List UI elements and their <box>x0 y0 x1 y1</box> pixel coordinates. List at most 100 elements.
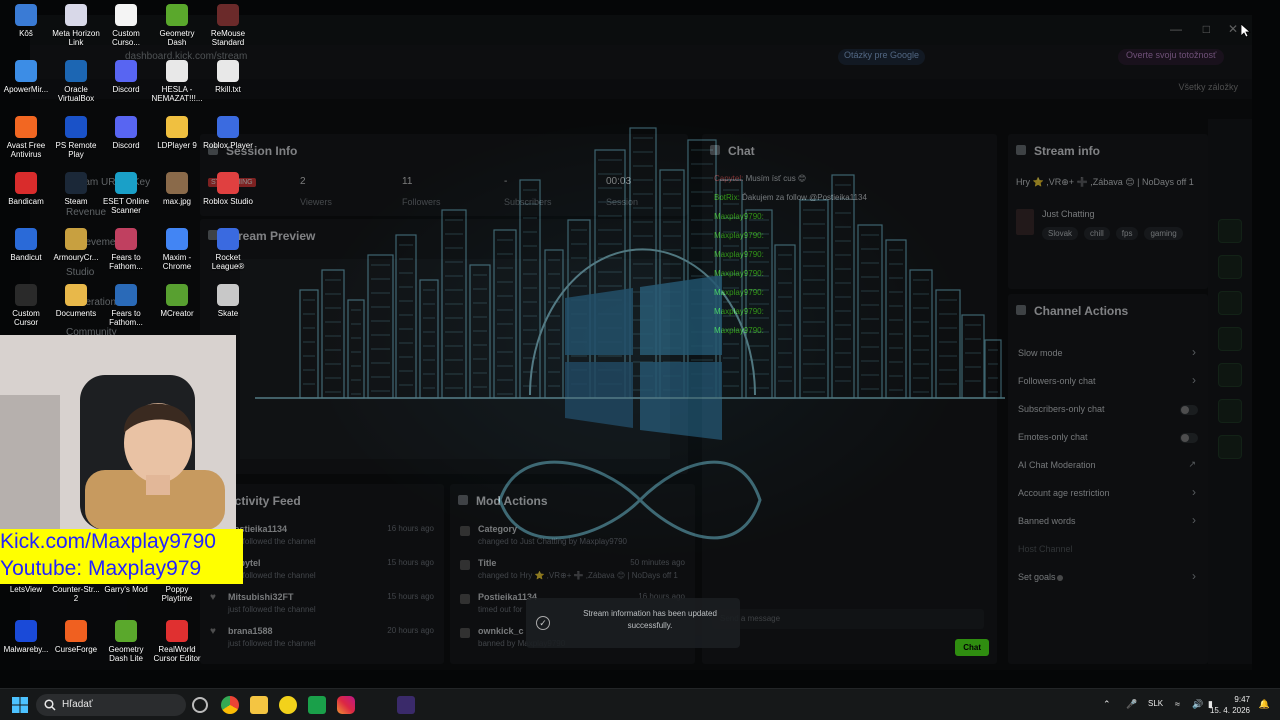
desktop-icon[interactable]: MCreator <box>151 284 203 318</box>
obs-studio-icon[interactable] <box>397 696 415 714</box>
desktop-icon[interactable]: PS Remote Play <box>50 116 102 159</box>
desktop-icon[interactable]: LDPlayer 9 <box>151 116 203 150</box>
chat-input[interactable]: Send a message <box>712 609 984 629</box>
desktop-icon[interactable]: Steam <box>50 172 102 206</box>
all-bookmarks-link[interactable]: Všetky záložky <box>1178 82 1238 92</box>
channel-action-row[interactable]: Followers-only chat › <box>1008 373 1208 394</box>
task-view-icon[interactable] <box>192 697 208 713</box>
sidebar-button[interactable] <box>1218 255 1242 279</box>
verify-identity-chip[interactable]: Overte svoju totožnosť <box>1118 49 1225 65</box>
preview-video[interactable] <box>240 259 670 459</box>
chat-username[interactable]: Maxplay9790: <box>714 231 764 240</box>
chat-username[interactable]: Maxplay9790: <box>714 288 764 297</box>
desktop-icon[interactable]: Custom Curso... <box>100 4 152 47</box>
category-name[interactable]: Just Chatting <box>1042 209 1095 219</box>
desktop-icon[interactable]: Fears to Fathom... <box>100 284 152 327</box>
chevron-right-icon[interactable]: › <box>1192 373 1196 387</box>
chevron-up-icon[interactable]: ⌃ <box>1103 699 1111 710</box>
desktop-icon[interactable]: Discord <box>100 116 152 150</box>
chat-username[interactable]: Maxplay9790: <box>714 250 764 259</box>
activity-user[interactable]: brana1588 <box>228 626 273 636</box>
chat-username[interactable]: Capytel: <box>714 174 746 183</box>
snapchat-icon[interactable] <box>279 696 297 714</box>
desktop-icon[interactable]: Meta Horizon Link <box>50 4 102 47</box>
wifi-icon[interactable]: ≈ <box>1175 699 1180 709</box>
channel-action-row[interactable]: Subscribers-only chat <box>1008 402 1208 422</box>
sidebar-button[interactable] <box>1218 363 1242 387</box>
channel-action-row[interactable]: Account age restriction › <box>1008 485 1208 506</box>
desktop-icon[interactable]: Oracle VirtualBox <box>50 60 102 103</box>
chat-username[interactable]: Maxplay9790: <box>714 326 764 335</box>
toggle-switch[interactable] <box>1180 433 1198 443</box>
desktop-icon[interactable]: RealWorld Cursor Editor <box>151 620 203 663</box>
channel-action-row[interactable]: Banned words › <box>1008 513 1208 534</box>
desktop-icon[interactable]: Bandicam <box>0 172 52 206</box>
desktop-icon[interactable]: ApowerMir... <box>0 60 52 94</box>
instagram-icon[interactable] <box>337 696 355 714</box>
taskbar-search-box[interactable]: Hľadať <box>36 694 186 716</box>
notification-icon[interactable]: 🔔 <box>1259 699 1270 710</box>
desktop-icon[interactable]: Fears to Fathom... <box>100 228 152 271</box>
desktop-icon[interactable]: Rocket League® <box>202 228 254 271</box>
desktop-icon[interactable]: Maxim - Chrome <box>151 228 203 271</box>
sidebar-button[interactable] <box>1218 219 1242 243</box>
desktop-icon[interactable]: ReMouse Standard <box>202 4 254 47</box>
desktop-icon[interactable]: Discord <box>100 60 152 94</box>
chat-username[interactable]: Maxplay9790: <box>714 307 764 316</box>
desktop-icon[interactable]: Roblox Studio <box>202 172 254 206</box>
toggle-switch[interactable] <box>1180 405 1198 415</box>
chat-username[interactable]: Maxplay9790: <box>714 212 764 221</box>
microphone-icon[interactable]: 🎤 <box>1126 699 1137 710</box>
sidebar-button[interactable] <box>1218 435 1242 459</box>
desktop-icon[interactable]: Bandicut <box>0 228 52 262</box>
chrome-icon[interactable] <box>221 696 239 714</box>
chat-username[interactable]: BotRix: <box>714 193 742 202</box>
channel-action-row[interactable]: Set goals › <box>1008 569 1208 590</box>
file-explorer-icon[interactable] <box>250 696 268 714</box>
xbox-icon[interactable] <box>308 696 326 714</box>
channel-action-row[interactable]: Slow mode › <box>1008 345 1208 366</box>
sidebar-button[interactable] <box>1218 291 1242 315</box>
activity-user[interactable]: Mitsubishi32FT <box>228 592 294 602</box>
nav-item[interactable]: Studio <box>66 267 94 278</box>
system-clock[interactable]: 9:47 15. 4. 2026 <box>1210 694 1250 716</box>
google-questions-chip[interactable]: Otázky pre Google <box>838 49 926 65</box>
close-icon[interactable]: ✕ <box>1228 22 1238 36</box>
chevron-right-icon[interactable]: › <box>1192 345 1196 359</box>
chat-username[interactable]: Maxplay9790: <box>714 269 764 278</box>
sidebar-button[interactable] <box>1218 399 1242 423</box>
desktop-icon[interactable]: max.jpg <box>151 172 203 206</box>
stream-tag[interactable]: Slovak <box>1042 227 1079 240</box>
desktop-icon[interactable]: Skate <box>202 284 254 318</box>
sidebar-button[interactable] <box>1218 327 1242 351</box>
chat-send-button[interactable]: Chat <box>955 639 989 656</box>
maximize-icon[interactable]: □ <box>1203 22 1210 36</box>
channel-action-row[interactable]: Host Channel <box>1008 542 1208 562</box>
channel-action-row[interactable]: Emotes-only chat <box>1008 430 1208 450</box>
desktop-icon[interactable]: Documents <box>50 284 102 318</box>
external-link-icon[interactable]: ↗ <box>1188 459 1196 470</box>
channel-action-row[interactable]: AI Chat Moderation ↗ <box>1008 458 1208 478</box>
stream-tag[interactable]: chill <box>1084 227 1110 240</box>
chevron-right-icon[interactable]: › <box>1192 513 1196 527</box>
language-indicator[interactable]: SLK <box>1148 699 1163 708</box>
desktop-icon[interactable]: Geometry Dash Lite <box>100 620 152 663</box>
desktop-icon[interactable]: Roblox Player <box>202 116 254 150</box>
desktop-icon[interactable]: Custom Cursor <box>0 284 52 327</box>
desktop-icon[interactable]: HESLA - NEMAZAT!!!... <box>151 60 203 103</box>
minimize-icon[interactable]: — <box>1170 22 1182 36</box>
start-button[interactable] <box>12 697 28 718</box>
desktop-icon[interactable]: ArmouryCr... <box>50 228 102 262</box>
stream-tag[interactable]: fps <box>1115 227 1139 240</box>
chevron-right-icon[interactable]: › <box>1192 485 1196 499</box>
desktop-icon[interactable]: Kôš <box>0 4 52 38</box>
desktop-icon[interactable]: Geometry Dash <box>151 4 203 47</box>
desktop-icon[interactable]: CurseForge <box>50 620 102 654</box>
volume-icon[interactable]: 🔊 <box>1192 699 1203 710</box>
chevron-right-icon[interactable]: › <box>1192 569 1196 583</box>
desktop-icon[interactable]: Malwareby... <box>0 620 52 654</box>
desktop-icon[interactable]: Avast Free Antivirus <box>0 116 52 159</box>
desktop-icon[interactable]: ESET Online Scanner <box>100 172 152 215</box>
stream-tag[interactable]: gaming <box>1144 227 1183 240</box>
desktop-icon[interactable]: Rkill.txt <box>202 60 254 94</box>
